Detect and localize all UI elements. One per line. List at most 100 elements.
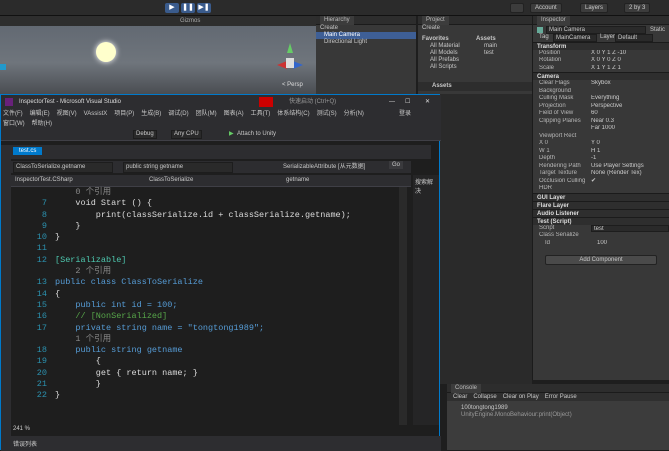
camera-value[interactable]: Perspective [591,103,669,111]
menu-item[interactable]: 调试(D) [168,109,188,119]
camera-value[interactable]: 60 [591,110,669,118]
code-text[interactable]: } [51,232,60,243]
transform-values[interactable]: X 0 Y 0 Z 0 [591,57,669,65]
camera-value[interactable]: ✔ [591,178,669,186]
zoom-level[interactable]: 241 % [13,426,30,432]
platform-dropdown[interactable]: Any CPU [171,130,202,139]
transform-header[interactable]: Transform [533,41,669,50]
code-line[interactable]: 19 { [11,356,399,367]
code-text[interactable]: void Start () { [51,198,152,209]
pause-button[interactable]: ❚❚ [181,3,195,13]
menu-item[interactable]: VAssistX [84,109,108,119]
account-dropdown[interactable]: Account [530,3,562,13]
code-text[interactable]: [Serializable] [51,255,126,266]
code-line[interactable]: 11 [11,243,399,254]
menu-item[interactable]: 体系结构(C) [277,109,309,119]
code-line[interactable]: 7 void Start () { [11,198,399,209]
console-log-message[interactable]: 100tongtong1989 [461,405,665,412]
console-toolbar-button[interactable]: Error Pause [543,393,579,401]
config-dropdown[interactable]: Debug [133,130,157,139]
minimize-button[interactable]: — [389,95,395,109]
fav-item[interactable]: All Scripts [422,64,476,71]
transform-values[interactable]: X 1 Y 1 Z 1 [591,65,669,73]
console-toolbar-button[interactable]: Collapse [471,393,498,401]
code-text[interactable]: } [51,379,101,390]
go-button[interactable]: Go [389,161,404,169]
menu-item[interactable]: 窗口(W) [3,119,25,129]
layers-dropdown[interactable]: Layers [580,3,609,13]
solution-search[interactable]: 搜索解决 [413,175,439,197]
nav-member[interactable]: getname [286,177,309,183]
menu-item[interactable]: 视图(V) [57,109,77,119]
menu-item[interactable]: 工具(T) [251,109,271,119]
project-create[interactable]: Create [418,25,532,32]
fav-item[interactable]: All Material [422,43,476,50]
nav-class-dropdown[interactable]: ClassToSerialize.getname [13,162,113,173]
code-line[interactable]: 10} [11,232,399,243]
menu-item[interactable]: 测试(S) [317,109,337,119]
scene-gizmo-icon[interactable] [275,41,305,81]
menu-item[interactable]: 编辑(E) [30,109,50,119]
hierarchy-create[interactable]: Create [316,25,416,32]
hierarchy-item-directional-light[interactable]: Directional Light [316,39,416,46]
camera-header[interactable]: Camera [533,72,669,80]
menu-item[interactable]: 文件(F) [3,109,23,119]
camera-value[interactable]: Near 0.3 [591,118,669,126]
code-text[interactable]: // [NonSerialized] [51,311,167,322]
fav-item[interactable]: All Prefabs [422,57,476,64]
code-text[interactable] [51,243,55,254]
vs-left-toolbox[interactable] [1,145,11,451]
code-line[interactable]: 16 // [NonSerialized] [11,311,399,322]
code-text[interactable]: { [51,356,101,367]
play-button[interactable]: ▶ [165,3,179,13]
inspector-tab[interactable]: Inspector [537,16,570,25]
asset-item[interactable]: main [476,43,530,50]
tag-dropdown[interactable]: MainCamera [553,34,597,42]
nav-project[interactable]: InspectorTest.CSharp [15,177,73,183]
camera-value[interactable]: None (Render Tex) [591,170,669,178]
camera-value[interactable] [591,133,669,141]
code-line[interactable]: 13 public class ClassToSerialize [11,277,399,288]
code-line[interactable]: 21 } [11,379,399,390]
console-toolbar-button[interactable]: Clear on Play [501,393,541,401]
error-list-tab[interactable]: 错误列表 [13,439,37,448]
code-text[interactable]: private string name = "tongtong1989"; [51,323,264,334]
code-line[interactable]: 8 print(classSerialize.id + classSeriali… [11,210,399,221]
layout-dropdown[interactable]: 2 by 3 [624,3,651,13]
asset-item[interactable]: test [476,50,530,57]
attach-button[interactable]: Attach to Unity [237,131,276,137]
notification-icon[interactable] [259,97,273,107]
console-toolbar-button[interactable]: Clear [451,393,469,401]
id-value[interactable]: 100 [597,240,669,248]
menu-item[interactable]: 项目(P) [114,109,134,119]
camera-value[interactable]: H 1 [591,148,669,156]
project-tab[interactable]: Project [422,16,449,25]
menu-item[interactable]: 图表(A) [224,109,244,119]
code-text[interactable]: } [51,390,60,401]
class-serialize-label[interactable]: Class Serialize [539,232,591,240]
camera-value[interactable]: Y 0 [591,140,669,148]
code-text[interactable]: 1 个引用 [51,334,111,345]
menu-item[interactable]: 生成(B) [141,109,161,119]
script-field[interactable]: test [591,224,669,232]
component-header[interactable]: Audio Listener [533,208,669,217]
code-line[interactable]: 17 private string name = "tongtong1989"; [11,323,399,334]
camera-value[interactable] [591,185,669,193]
static-toggle[interactable]: Static [650,27,665,33]
code-line[interactable]: 18 public string getname [11,345,399,356]
code-text[interactable]: get { return name; } [51,368,198,379]
console-log-trace[interactable]: UnityEngine.MonoBehaviour:print(Object) [461,412,665,419]
code-text[interactable]: 2 个引用 [51,266,111,277]
hierarchy-tab[interactable]: Hierarchy [320,16,354,25]
login-link[interactable]: 登录 [399,109,411,119]
camera-value[interactable]: Everything [591,95,669,103]
maximize-button[interactable]: ☐ [405,95,410,109]
code-line[interactable]: 14 { [11,289,399,300]
hierarchy-item-main-camera[interactable]: Main Camera [316,32,416,39]
add-component-button[interactable]: Add Component [545,255,657,265]
code-line[interactable]: 0 个引用 [11,187,399,198]
camera-value[interactable]: Far 1000 [591,125,669,133]
console-tab[interactable]: Console [451,384,482,393]
code-line[interactable]: 1 个引用 [11,334,399,345]
object-name-field[interactable]: Main Camera [546,25,646,34]
